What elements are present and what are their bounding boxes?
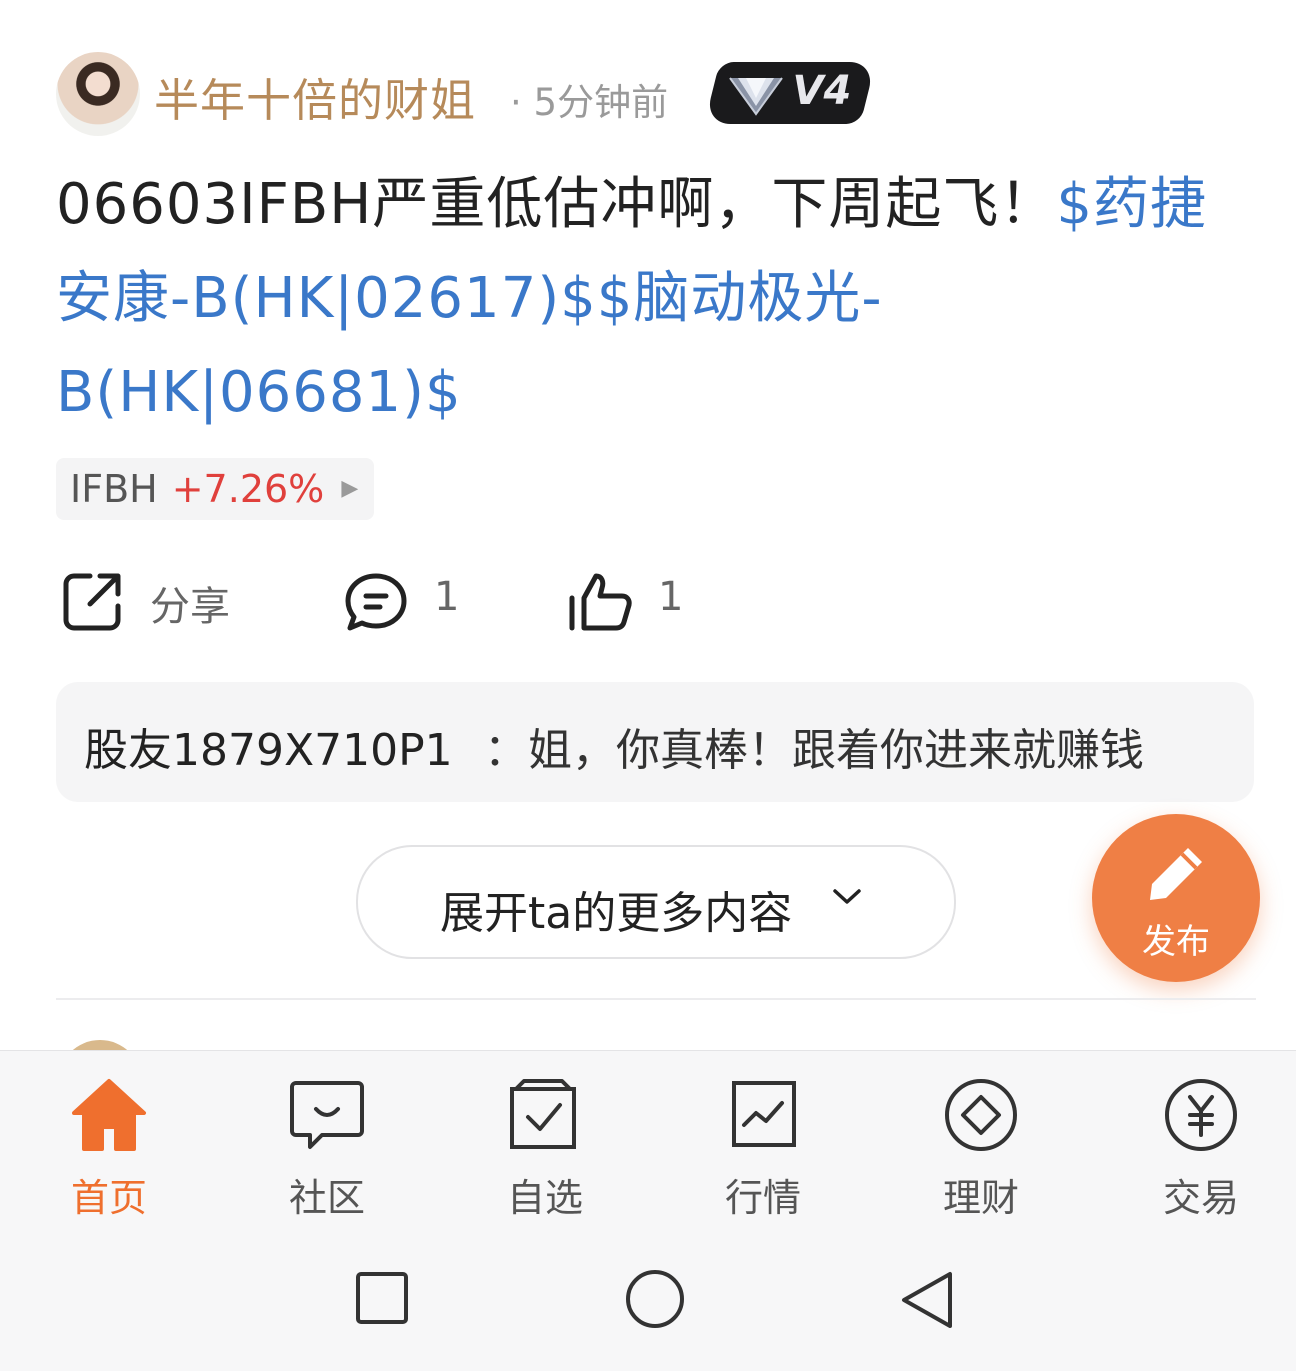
play-arrow-icon: ▶ xyxy=(341,476,359,501)
tab-watchlist[interactable]: 自选 xyxy=(470,1051,620,1233)
recents-icon[interactable] xyxy=(354,1270,410,1326)
expand-more-button[interactable]: 展开ta的更多内容 xyxy=(356,845,956,959)
vip-badge[interactable]: V4 xyxy=(704,62,876,124)
post-time: · 5分钟前 xyxy=(510,81,669,124)
comment-button[interactable]: 1 xyxy=(344,570,484,634)
tab-trade[interactable]: 交易 xyxy=(1126,1051,1276,1233)
comment-count: 1 xyxy=(434,574,460,620)
publish-fab[interactable]: 发布 xyxy=(1092,814,1260,982)
checkbox-icon xyxy=(510,1079,576,1149)
tab-market[interactable]: 行情 xyxy=(688,1051,838,1233)
like-count: 1 xyxy=(658,574,684,620)
post-text[interactable]: 06603IFBH严重低估冲啊，下周起飞！$药捷安康-B(HK|02617)$$… xyxy=(56,158,1246,440)
diamond-icon xyxy=(729,77,783,116)
tab-label: 理财 xyxy=(942,1176,1019,1220)
publish-label: 发布 xyxy=(1142,922,1210,962)
tab-label: 交易 xyxy=(1162,1176,1239,1220)
like-button[interactable]: 1 xyxy=(566,570,706,634)
diamond-circle-icon xyxy=(945,1079,1017,1151)
tab-label: 自选 xyxy=(506,1176,583,1220)
share-icon xyxy=(63,573,121,631)
share-label: 分享 xyxy=(150,584,230,630)
back-icon[interactable] xyxy=(898,1270,956,1330)
username[interactable]: 半年十倍的财姐 xyxy=(154,64,476,129)
comment-icon xyxy=(345,573,407,631)
comment-preview[interactable]: 股友1879X710P1 ：姐，你真棒！跟着你进来就赚钱 xyxy=(56,682,1254,802)
expand-label: 展开ta的更多内容 xyxy=(440,888,793,939)
share-button[interactable]: 分享 xyxy=(60,570,260,634)
tab-label: 行情 xyxy=(724,1176,801,1220)
yen-circle-icon xyxy=(1165,1079,1237,1151)
tab-label: 首页 xyxy=(70,1176,147,1220)
avatar[interactable] xyxy=(56,52,140,136)
stock-change: +7.26% xyxy=(171,467,325,511)
home-circle-icon[interactable] xyxy=(624,1268,686,1330)
post-header: 半年十倍的财姐 · 5分钟前 V4 xyxy=(56,50,1240,138)
thumbs-up-icon xyxy=(569,573,632,631)
post-main-text: 06603IFBH严重低估冲啊，下周起飞！ xyxy=(56,172,1057,237)
system-nav-bar xyxy=(0,1232,1296,1371)
tab-home[interactable]: 首页 xyxy=(34,1051,184,1233)
chart-icon xyxy=(732,1081,796,1147)
chevron-down-icon xyxy=(833,889,861,904)
divider xyxy=(56,998,1256,1000)
chat-bubble-icon xyxy=(290,1081,364,1149)
comment-text: ：姐，你真棒！跟着你进来就赚钱 xyxy=(484,725,1144,776)
stock-chip[interactable]: IFBH +7.26% ▶ xyxy=(56,458,375,520)
tab-community[interactable]: 社区 xyxy=(252,1051,402,1233)
vip-level: V4 xyxy=(792,68,852,114)
home-icon xyxy=(72,1079,146,1151)
comment-username[interactable]: 股友1879X710P1 xyxy=(84,714,453,778)
pencil-icon xyxy=(1150,848,1202,900)
tab-wealth[interactable]: 理财 xyxy=(906,1051,1056,1233)
tab-label: 社区 xyxy=(288,1176,365,1220)
bottom-tab-bar: 首页 社区 自选 行情 理财 交易 xyxy=(0,1050,1296,1233)
stock-code: IFBH xyxy=(70,467,158,511)
